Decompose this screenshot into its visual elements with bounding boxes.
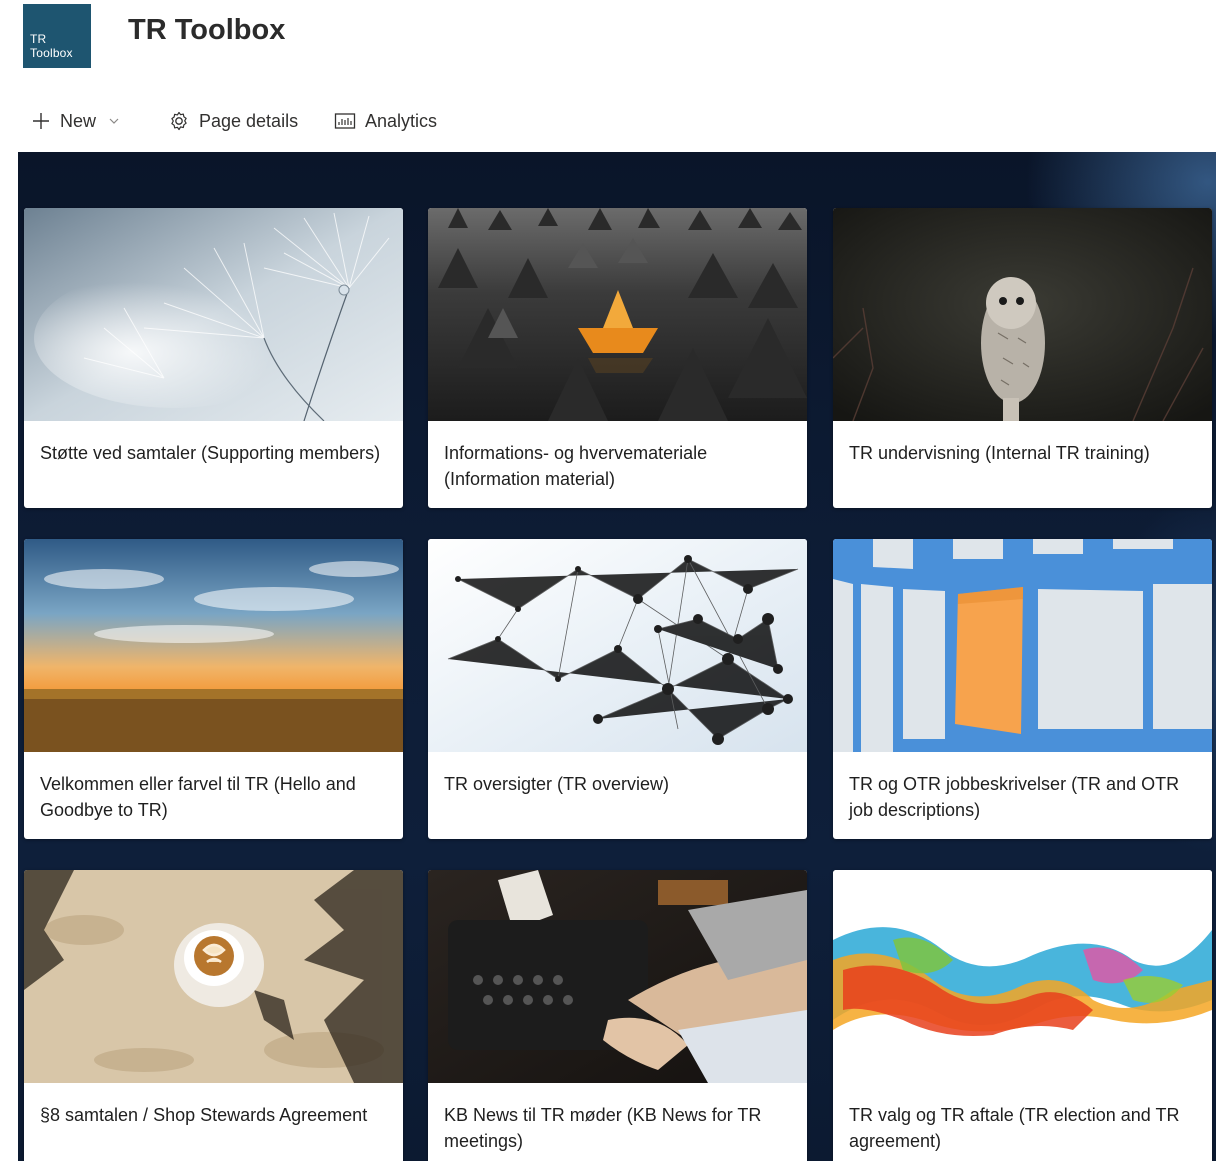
coffee-cup-photo [24,870,403,1083]
tile-tr-election[interactable]: TR valg og TR aftale (TR election and TR… [833,870,1212,1161]
network-nodes-photo [428,539,807,752]
colored-smoke-photo [833,870,1212,1083]
analytics-label: Analytics [365,110,438,131]
tile-shop-stewards-agreement[interactable]: §8 samtalen / Shop Stewards Agreement [24,870,403,1161]
dandelion-seeds-photo [24,208,403,421]
page-details-button[interactable]: Page details [168,108,298,134]
command-bar: New Page details Analytics [0,100,1225,140]
new-button-label: New [60,110,97,131]
gear-icon [168,110,190,132]
paper-boats-photo [428,208,807,421]
analytics-button[interactable]: Analytics [334,108,437,134]
sunset-field-photo [24,539,403,752]
logo-line-2: Toolbox [30,46,73,60]
tile-title: TR og OTR jobbeskrivelser (TR and OTR jo… [849,774,1180,820]
site-logo[interactable]: TR Toolbox [23,4,91,68]
tile-title: KB News til TR møder (KB News for TR mee… [444,1105,762,1151]
owl-photo [833,208,1212,421]
tile-title: TR valg og TR aftale (TR election and TR… [849,1105,1180,1151]
tile-hello-goodbye[interactable]: Velkommen eller farvel til TR (Hello and… [24,539,403,839]
tile-title: §8 samtalen / Shop Stewards Agreement [40,1105,368,1125]
tile-supporting-members[interactable]: Støtte ved samtaler (Supporting members) [24,208,403,508]
site-title[interactable]: TR Toolbox [128,14,285,47]
tile-kb-news[interactable]: KB News til TR møder (KB News for TR mee… [428,870,807,1161]
tile-information-material[interactable]: Informations- og hvervemateriale (Inform… [428,208,807,508]
tile-title: Informations- og hvervemateriale (Inform… [444,443,708,489]
chevron-down-icon [108,115,120,127]
sticky-notes-photo [833,539,1212,752]
page-details-label: Page details [199,110,299,131]
analytics-chart-icon [334,111,356,131]
plus-icon [31,111,51,131]
site-header: TR Toolbox TR Toolbox [0,0,1225,80]
tile-title: TR undervisning (Internal TR training) [849,443,1150,463]
logo-line-1: TR [30,32,47,46]
typewriter-photo [428,870,807,1083]
new-button[interactable]: New [31,108,120,134]
tile-tr-overview[interactable]: TR oversigter (TR overview) [428,539,807,839]
hero-tiles-section: Støtte ved samtaler (Supporting members) [18,152,1216,1161]
tile-job-descriptions[interactable]: TR og OTR jobbeskrivelser (TR and OTR jo… [833,539,1212,839]
tile-title: Velkommen eller farvel til TR (Hello and… [40,774,356,820]
tile-title: TR oversigter (TR overview) [444,774,670,794]
tile-internal-training[interactable]: TR undervisning (Internal TR training) [833,208,1212,508]
tile-title: Støtte ved samtaler (Supporting members) [40,443,381,463]
